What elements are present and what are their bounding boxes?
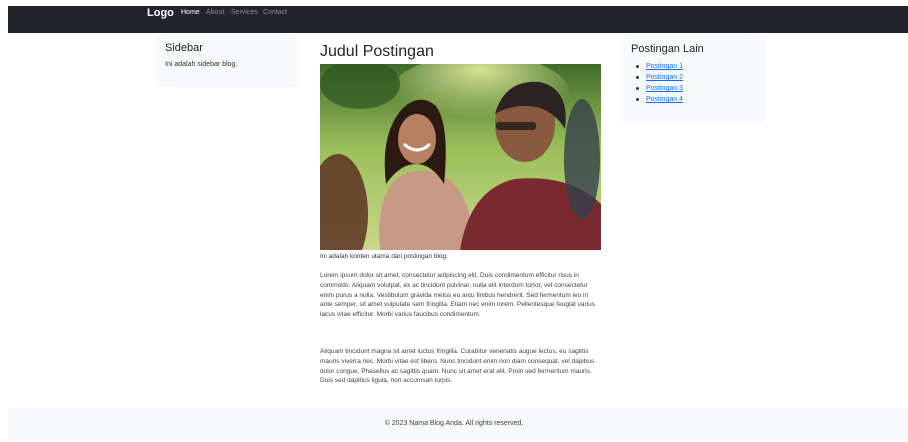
sidebar: Sidebar Ini adalah sidebar blog.	[156, 35, 299, 87]
other-post-link-1[interactable]: Postingan 1	[646, 63, 683, 70]
other-posts-panel: Postingan Lain Postingan 1 Postingan 2 P…	[622, 35, 765, 122]
post-caption: Ini adalah konten utama dari postingan b…	[320, 253, 448, 260]
other-post-item: Postingan 3	[636, 83, 683, 94]
footer-text-wrap: © 2023 Nama Blog Anda. All rights reserv…	[0, 408, 908, 440]
sidebar-title: Sidebar	[165, 42, 203, 54]
other-post-link-2[interactable]: Postingan 2	[646, 74, 683, 81]
other-post-item: Postingan 2	[636, 72, 683, 83]
nav-link-contact[interactable]: Contact	[263, 9, 287, 16]
other-posts-title: Postingan Lain	[631, 43, 704, 55]
footer-text: © 2023 Nama Blog Anda. All rights reserv…	[384, 420, 524, 427]
other-post-link-3[interactable]: Postingan 3	[646, 85, 683, 92]
other-post-link-4[interactable]: Postingan 4	[646, 96, 683, 103]
post-title: Judul Postingan	[320, 43, 434, 60]
post-image	[320, 64, 601, 250]
nav-link-services[interactable]: Services	[231, 9, 258, 16]
top-navbar	[8, 6, 908, 33]
other-posts-list: Postingan 1 Postingan 2 Postingan 3 Post…	[636, 61, 683, 105]
other-post-item: Postingan 4	[636, 94, 683, 105]
brand-logo[interactable]: Logo	[147, 7, 174, 19]
nav-link-home[interactable]: Home	[181, 9, 200, 16]
nav-link-about[interactable]: About	[206, 9, 224, 16]
post-paragraph-1: Lorem ipsum dolor sit amet, consectetur …	[320, 272, 595, 319]
post-paragraph-2: Aliquam tincidunt magna sit amet luctus …	[320, 348, 595, 385]
sidebar-text: Ini adalah sidebar blog.	[165, 61, 238, 68]
other-post-item: Postingan 1	[636, 61, 683, 72]
